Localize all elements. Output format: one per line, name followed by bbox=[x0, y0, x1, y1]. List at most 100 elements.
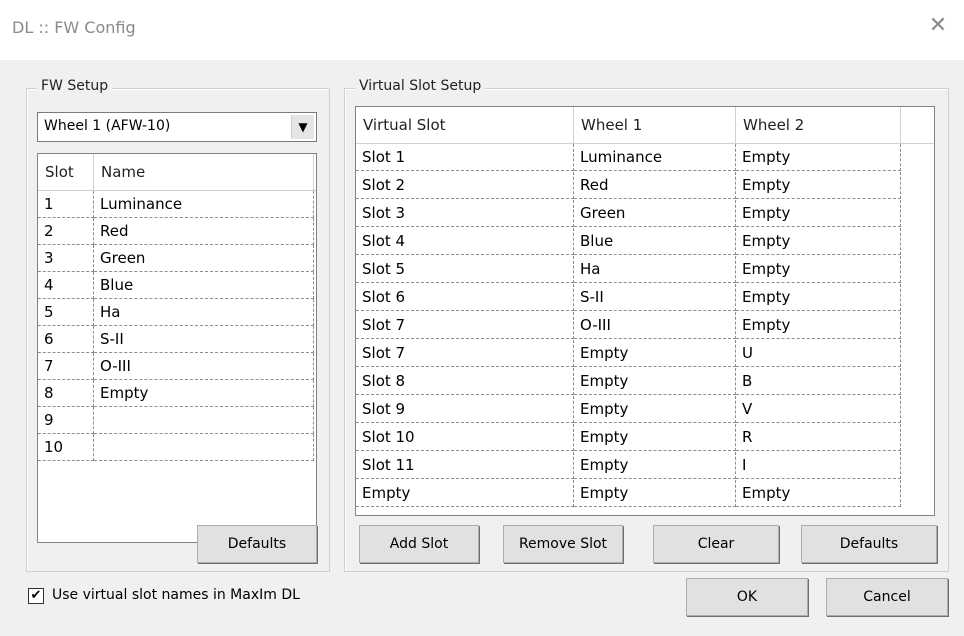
fw-defaults-button[interactable]: Defaults bbox=[197, 525, 317, 563]
fw-table-cell[interactable]: Blue bbox=[94, 272, 314, 299]
fw-table-row[interactable]: 5 Ha bbox=[38, 299, 314, 326]
ok-button[interactable]: OK bbox=[686, 578, 808, 616]
vs-table-row[interactable]: Slot 7 O-III Empty bbox=[356, 312, 901, 339]
vs-table-row[interactable]: Empty Empty Empty bbox=[356, 480, 901, 507]
vs-table-cell[interactable]: Slot 7 bbox=[356, 312, 574, 339]
fw-table-cell[interactable]: Ha bbox=[94, 299, 314, 326]
vs-table-cell[interactable]: Red bbox=[574, 172, 736, 199]
vs-table-cell[interactable]: R bbox=[736, 424, 901, 451]
vs-table-cell[interactable]: Slot 10 bbox=[356, 424, 574, 451]
fw-table-cell[interactable]: 7 bbox=[38, 353, 94, 380]
fw-table-cell[interactable]: 3 bbox=[38, 245, 94, 272]
vs-table-row[interactable]: Slot 6 S-II Empty bbox=[356, 284, 901, 311]
fw-table-cell[interactable]: 5 bbox=[38, 299, 94, 326]
fw-table-cell[interactable]: 6 bbox=[38, 326, 94, 353]
vs-table-row[interactable]: Slot 11 Empty I bbox=[356, 452, 901, 479]
fw-table-cell[interactable]: 10 bbox=[38, 434, 94, 461]
fw-table-cell[interactable]: Empty bbox=[94, 380, 314, 407]
vs-table-cell[interactable]: Slot 6 bbox=[356, 284, 574, 311]
vs-table-cell[interactable]: Slot 7 bbox=[356, 340, 574, 367]
vs-table-cell[interactable]: Slot 9 bbox=[356, 396, 574, 423]
vs-table-cell[interactable]: Empty bbox=[736, 284, 901, 311]
vs-table-cell[interactable]: Empty bbox=[574, 452, 736, 479]
cancel-button[interactable]: Cancel bbox=[826, 578, 948, 616]
vs-table-row[interactable]: Slot 3 Green Empty bbox=[356, 200, 901, 227]
vs-table-cell[interactable]: Empty bbox=[736, 172, 901, 199]
fw-column-header[interactable]: Name bbox=[94, 154, 314, 190]
close-icon[interactable]: ✕ bbox=[926, 14, 950, 38]
vs-table-row[interactable]: Slot 1 Luminance Empty bbox=[356, 144, 901, 171]
chevron-down-icon[interactable]: ▼ bbox=[291, 115, 314, 139]
vs-table-cell[interactable]: Empty bbox=[574, 396, 736, 423]
vs-table-cell[interactable]: Slot 3 bbox=[356, 200, 574, 227]
vs-table-row[interactable]: Slot 2 Red Empty bbox=[356, 172, 901, 199]
vs-table-cell[interactable]: Empty bbox=[736, 200, 901, 227]
fw-table-row[interactable]: 8 Empty bbox=[38, 380, 314, 407]
vs-table-cell[interactable]: Empty bbox=[356, 480, 574, 507]
vs-table-cell[interactable]: Slot 5 bbox=[356, 256, 574, 283]
fw-table-cell[interactable]: Luminance bbox=[94, 191, 314, 218]
vs-table-cell[interactable]: Empty bbox=[736, 312, 901, 339]
fw-table-row[interactable]: 6 S-II bbox=[38, 326, 314, 353]
vs-column-header[interactable]: Virtual Slot bbox=[356, 107, 574, 143]
vs-table-cell[interactable]: Empty bbox=[736, 144, 901, 171]
vs-table-row[interactable]: Slot 7 Empty U bbox=[356, 340, 901, 367]
vs-table-cell[interactable]: V bbox=[736, 396, 901, 423]
vs-table-row[interactable]: Slot 8 Empty B bbox=[356, 368, 901, 395]
fw-table-row[interactable]: 7 O-III bbox=[38, 353, 314, 380]
fw-table-cell[interactable]: 8 bbox=[38, 380, 94, 407]
wheel-select[interactable]: Wheel 1 (AFW-10) ▼ bbox=[37, 112, 317, 142]
vs-table-cell[interactable]: Empty bbox=[574, 340, 736, 367]
vs-table-cell[interactable]: Empty bbox=[736, 228, 901, 255]
fw-table-row[interactable]: 9 bbox=[38, 407, 314, 434]
fw-table-cell[interactable]: Green bbox=[94, 245, 314, 272]
vs-table-row[interactable]: Slot 9 Empty V bbox=[356, 396, 901, 423]
remove-slot-button[interactable]: Remove Slot bbox=[503, 525, 623, 563]
checkbox-check-icon[interactable]: ✔ bbox=[28, 588, 44, 604]
vs-table-cell[interactable]: Empty bbox=[736, 480, 901, 507]
fw-table-cell[interactable]: O-III bbox=[94, 353, 314, 380]
clear-button[interactable]: Clear bbox=[653, 525, 779, 563]
vs-table-cell[interactable]: S-II bbox=[574, 284, 736, 311]
fw-table-cell[interactable] bbox=[94, 407, 314, 434]
fw-table-row[interactable]: 3 Green bbox=[38, 245, 314, 272]
fw-table-cell[interactable]: 2 bbox=[38, 218, 94, 245]
virtual-slot-table[interactable]: Virtual Slot Wheel 1 Wheel 2 Slot 1 Luminanc… bbox=[355, 106, 935, 516]
vs-table-cell[interactable]: Green bbox=[574, 200, 736, 227]
fw-table-cell[interactable]: 1 bbox=[38, 191, 94, 218]
vs-table-cell[interactable]: I bbox=[736, 452, 901, 479]
vs-table-cell[interactable]: Slot 4 bbox=[356, 228, 574, 255]
fw-table-cell[interactable]: S-II bbox=[94, 326, 314, 353]
vs-table-cell[interactable]: Slot 11 bbox=[356, 452, 574, 479]
fw-table-cell[interactable]: 9 bbox=[38, 407, 94, 434]
vs-table-cell[interactable]: Empty bbox=[574, 368, 736, 395]
vs-table-cell[interactable]: Empty bbox=[736, 256, 901, 283]
fw-table-row[interactable]: 1 Luminance bbox=[38, 191, 314, 218]
vs-table-cell[interactable]: B bbox=[736, 368, 901, 395]
vs-column-header[interactable]: Wheel 2 bbox=[736, 107, 901, 143]
vs-table-cell[interactable]: Ha bbox=[574, 256, 736, 283]
vs-defaults-button[interactable]: Defaults bbox=[801, 525, 937, 563]
vs-table-cell[interactable]: Slot 1 bbox=[356, 144, 574, 171]
fw-table-row[interactable]: 2 Red bbox=[38, 218, 314, 245]
vs-table-row[interactable]: Slot 10 Empty R bbox=[356, 424, 901, 451]
vs-table-cell[interactable]: Empty bbox=[574, 480, 736, 507]
vs-table-cell[interactable]: O-III bbox=[574, 312, 736, 339]
fw-slot-table[interactable]: Slot Name 1 Luminance 2 Red 3 Green 4 Blue 5 Ha 6 S-I… bbox=[37, 153, 317, 543]
add-slot-button[interactable]: Add Slot bbox=[359, 525, 479, 563]
fw-table-row[interactable]: 10 bbox=[38, 434, 314, 461]
vs-table-cell[interactable]: Luminance bbox=[574, 144, 736, 171]
vs-table-row[interactable]: Slot 4 Blue Empty bbox=[356, 228, 901, 255]
fw-table-row[interactable]: 4 Blue bbox=[38, 272, 314, 299]
vs-table-cell[interactable]: Empty bbox=[574, 424, 736, 451]
vs-table-cell[interactable]: Slot 2 bbox=[356, 172, 574, 199]
vs-table-cell[interactable]: Blue bbox=[574, 228, 736, 255]
fw-table-cell[interactable]: Red bbox=[94, 218, 314, 245]
fw-column-header[interactable]: Slot bbox=[38, 154, 94, 190]
vs-table-cell[interactable]: Slot 8 bbox=[356, 368, 574, 395]
vs-column-header[interactable]: Wheel 1 bbox=[574, 107, 736, 143]
vs-table-row[interactable]: Slot 5 Ha Empty bbox=[356, 256, 901, 283]
vs-table-cell[interactable]: U bbox=[736, 340, 901, 367]
fw-table-cell[interactable]: 4 bbox=[38, 272, 94, 299]
fw-table-cell[interactable] bbox=[94, 434, 314, 461]
